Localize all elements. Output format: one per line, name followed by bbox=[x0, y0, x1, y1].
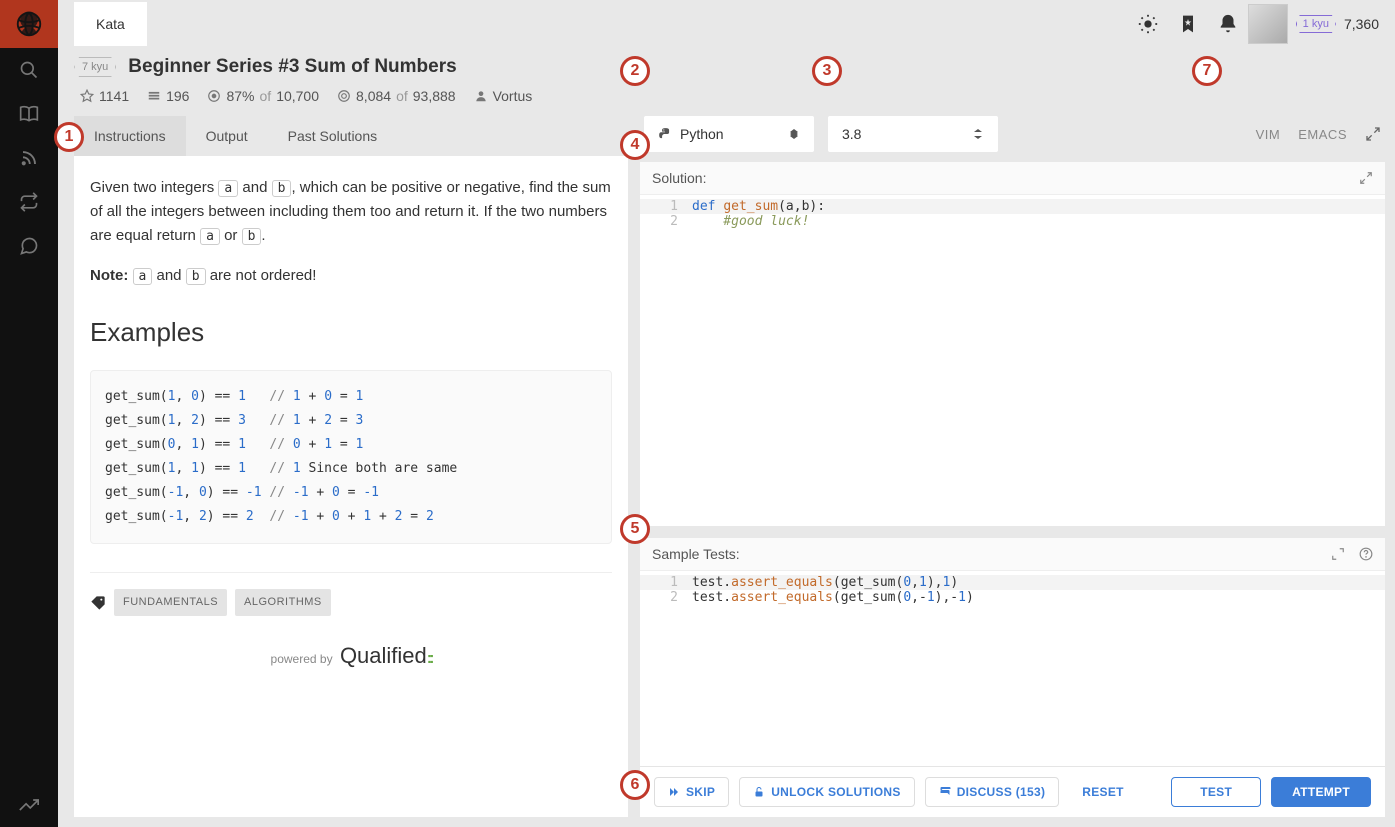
rss-icon[interactable] bbox=[0, 136, 58, 180]
side-nav bbox=[0, 0, 58, 827]
help-icon[interactable] bbox=[1359, 547, 1373, 561]
tab-instructions[interactable]: Instructions bbox=[74, 116, 186, 156]
topbar: Kata 1 kyu 7,360 bbox=[58, 0, 1395, 48]
annotation-marker-5: 5 bbox=[620, 514, 650, 544]
kata-stats: 1141 196 87% of 10,700 8,084 of 93,888 V… bbox=[58, 84, 1395, 116]
tab-output[interactable]: Output bbox=[186, 116, 268, 156]
skip-button[interactable]: SKIP bbox=[654, 777, 729, 807]
stat-satisfaction: 87% of 10,700 bbox=[207, 88, 319, 104]
annotation-marker-4: 4 bbox=[620, 130, 650, 160]
kata-kyu-badge: 7 kyu bbox=[74, 57, 116, 77]
tests-editor[interactable]: 1test.assert_equals(get_sum(0,1),1) 2tes… bbox=[640, 570, 1385, 766]
tests-panel: Sample Tests: 1test.assert_equals(get_su… bbox=[640, 538, 1385, 766]
python-icon bbox=[658, 127, 672, 141]
theme-toggle-icon[interactable] bbox=[1128, 4, 1168, 44]
expand-icon[interactable] bbox=[1331, 547, 1345, 561]
logo-icon[interactable] bbox=[0, 0, 58, 48]
annotation-marker-2: 2 bbox=[620, 56, 650, 86]
attempt-button[interactable]: ATTEMPT bbox=[1271, 777, 1371, 807]
tag-icon bbox=[90, 595, 106, 611]
tag-algorithms[interactable]: ALGORITHMS bbox=[235, 589, 331, 617]
language-value: Python bbox=[680, 126, 724, 142]
unlock-solutions-button[interactable]: UNLOCK SOLUTIONS bbox=[739, 777, 914, 807]
tag-fundamentals[interactable]: FUNDAMENTALS bbox=[114, 589, 227, 617]
bottom-toolbar: SKIP UNLOCK SOLUTIONS DISCUSS (153) RESE… bbox=[640, 766, 1385, 817]
vim-mode[interactable]: VIM bbox=[1256, 127, 1281, 142]
examples-codebox: get_sum(1, 0) == 1 // 1 + 0 = 1 get_sum(… bbox=[90, 370, 612, 544]
solution-label: Solution: bbox=[652, 170, 706, 186]
shuffle-icon[interactable] bbox=[0, 180, 58, 224]
powered-by: powered by Qualified:: bbox=[90, 638, 612, 673]
stat-author[interactable]: Vortus bbox=[474, 88, 533, 104]
annotation-marker-3: 3 bbox=[812, 56, 842, 86]
kata-title: Beginner Series #3 Sum of Numbers bbox=[128, 56, 456, 78]
emacs-mode[interactable]: EMACS bbox=[1298, 127, 1347, 142]
description-note: Note: a and b are not ordered! bbox=[90, 264, 612, 288]
solution-editor[interactable]: 1def get_sum(a,b): 2 #good luck! bbox=[640, 194, 1385, 526]
bookmark-icon[interactable] bbox=[1168, 4, 1208, 44]
book-icon[interactable] bbox=[0, 92, 58, 136]
version-value: 3.8 bbox=[842, 126, 861, 142]
stat-completed: 8,084 of 93,888 bbox=[337, 88, 456, 104]
stat-stars[interactable]: 1141 bbox=[80, 88, 129, 104]
expand-icon[interactable] bbox=[1359, 171, 1373, 185]
discuss-button[interactable]: DISCUSS (153) bbox=[925, 777, 1060, 807]
bell-icon[interactable] bbox=[1208, 4, 1248, 44]
description-tabs: Instructions Output Past Solutions bbox=[74, 116, 628, 156]
honor-points: 7,360 bbox=[1344, 16, 1379, 32]
chat-icon[interactable] bbox=[0, 224, 58, 268]
search-icon[interactable] bbox=[0, 48, 58, 92]
annotation-marker-1: 1 bbox=[54, 122, 84, 152]
tests-label: Sample Tests: bbox=[652, 546, 740, 562]
tab-past-solutions[interactable]: Past Solutions bbox=[268, 116, 398, 156]
chevron-down-icon bbox=[972, 128, 984, 140]
tag-row: FUNDAMENTALS ALGORITHMS bbox=[90, 572, 612, 617]
reset-button[interactable]: RESET bbox=[1069, 778, 1137, 806]
trending-icon[interactable] bbox=[0, 783, 58, 827]
chevron-down-icon bbox=[788, 128, 800, 140]
expand-icon[interactable] bbox=[1365, 126, 1381, 142]
language-dropdown[interactable]: Python bbox=[644, 116, 814, 152]
examples-heading: Examples bbox=[90, 312, 612, 354]
avatar[interactable] bbox=[1248, 4, 1288, 44]
kata-tab[interactable]: Kata bbox=[74, 2, 147, 46]
solution-panel: Solution: 1def get_sum(a,b): 2 #good luc… bbox=[640, 162, 1385, 526]
description-panel: Given two integers a and b, which can be… bbox=[74, 156, 628, 817]
user-rank-badge: 1 kyu bbox=[1296, 15, 1336, 33]
test-button[interactable]: TEST bbox=[1171, 777, 1261, 807]
description-paragraph-1: Given two integers a and b, which can be… bbox=[90, 176, 612, 248]
annotation-marker-7: 7 bbox=[1192, 56, 1222, 86]
version-dropdown[interactable]: 3.8 bbox=[828, 116, 998, 152]
annotation-marker-6: 6 bbox=[620, 770, 650, 800]
stat-collections: 196 bbox=[147, 88, 189, 104]
